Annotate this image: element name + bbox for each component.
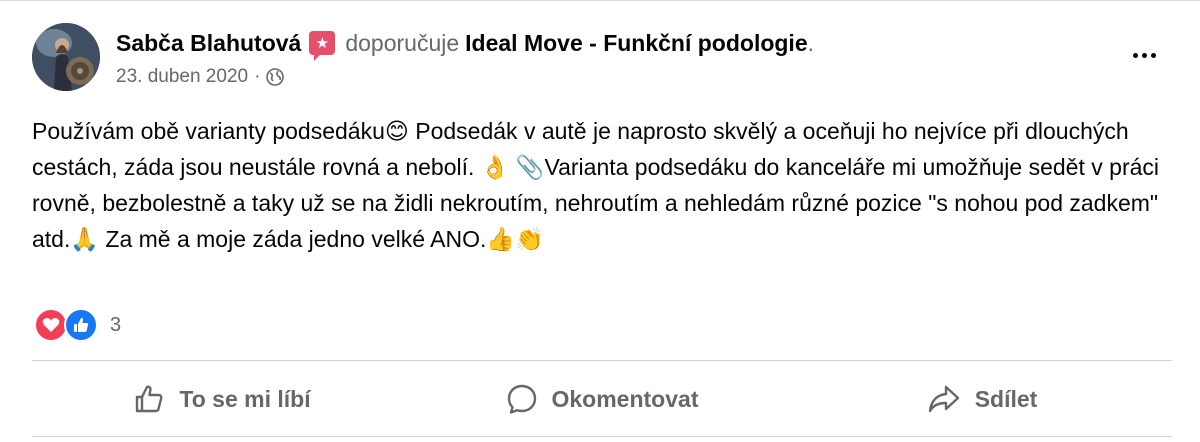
share-button[interactable]: Sdílet <box>792 363 1172 435</box>
like-button-label: To se mi líbí <box>179 385 311 412</box>
action-bar: To se mi líbí Okomentovat Sdílet <box>32 363 1172 435</box>
comment-bubble-icon <box>507 384 536 414</box>
page-name-link[interactable]: Ideal Move - Funkční podologie <box>465 30 807 57</box>
share-arrow-icon <box>928 385 959 413</box>
post-header: Sabča Blahutová ★ doporučuje Ideal Move … <box>116 27 815 61</box>
like-reaction-icon <box>64 308 98 342</box>
love-reaction-icon <box>34 308 68 342</box>
thumbs-up-icon <box>136 385 163 413</box>
divider-bottom <box>32 436 1172 437</box>
share-button-label: Sdílet <box>974 385 1038 412</box>
divider <box>32 360 1172 361</box>
post-body-text: Používám obě varianty podsedáku😊 Podsedá… <box>32 118 1159 252</box>
avatar-image <box>32 23 100 91</box>
author-name[interactable]: Sabča Blahutová <box>116 30 301 57</box>
post-card: Sabča Blahutová ★ doporučuje Ideal Move … <box>0 0 1200 442</box>
meta-separator: · <box>254 66 261 87</box>
like-button[interactable]: To se mi líbí <box>32 363 412 435</box>
post-date[interactable]: 23. duben 2020 <box>116 66 248 88</box>
comment-button-label: Okomentovat <box>551 385 699 412</box>
recommends-text: doporučuje <box>345 29 460 56</box>
star-badge-icon: ★ <box>309 31 336 61</box>
reaction-count: 3 <box>110 313 122 336</box>
post-meta: 23. duben 2020 · <box>116 63 285 91</box>
globe-icon <box>266 68 285 86</box>
more-options-icon[interactable] <box>1126 45 1162 65</box>
reactions-summary[interactable]: 3 <box>34 307 121 343</box>
avatar[interactable] <box>32 23 100 91</box>
header-period: . <box>807 29 815 56</box>
comment-button[interactable]: Okomentovat <box>412 363 792 435</box>
